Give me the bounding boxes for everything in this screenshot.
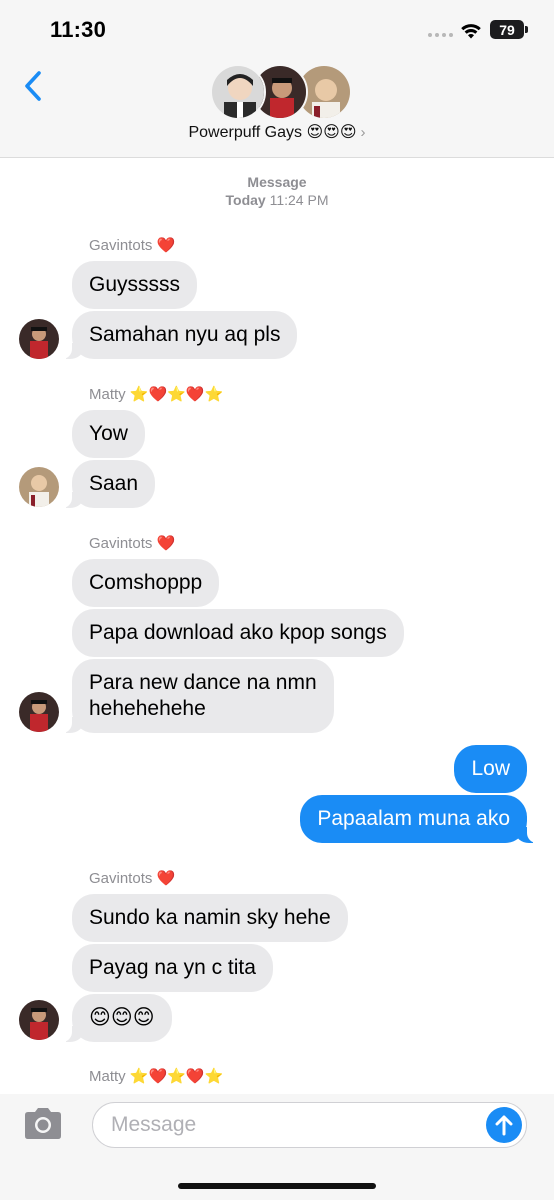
sender-name: Gavintots ❤️ <box>89 870 176 887</box>
composer-bar <box>0 1094 554 1200</box>
sender-name: Gavintots ❤️ <box>89 535 176 552</box>
group-name[interactable]: Powerpuff Gays 😍😍😍 › <box>0 122 554 142</box>
message-bubble[interactable]: Comshoppp <box>72 559 220 607</box>
message-bubble[interactable]: Saan <box>59 460 156 508</box>
camera-icon <box>25 1108 61 1139</box>
group-avatars[interactable] <box>210 64 352 120</box>
status-bar: 11:30 79 <box>0 0 554 58</box>
sender-avatar[interactable] <box>19 467 59 507</box>
sender-name: Matty ⭐️❤️⭐️❤️⭐️ <box>89 386 224 403</box>
home-indicator <box>178 1183 376 1189</box>
arrow-up-icon <box>495 1115 513 1136</box>
message-timestamp: Message Today 11:24 PM <box>0 173 554 209</box>
message-line: hehehehehe <box>89 697 206 720</box>
cellular-signal-icon <box>428 33 453 37</box>
back-button[interactable] <box>18 68 48 104</box>
sender-name: Matty ⭐️❤️⭐️❤️⭐️ <box>89 1068 224 1085</box>
outgoing-message-bubble[interactable]: Papaalam muna ako <box>300 795 539 843</box>
message-bubble[interactable]: Papa download ako kpop songs <box>72 609 404 657</box>
message-line: Para new dance na nmn <box>89 671 317 694</box>
message-input[interactable] <box>92 1102 527 1148</box>
timestamp-day: Today <box>225 192 266 208</box>
sender-avatar[interactable] <box>19 1000 59 1040</box>
chevron-right-icon: › <box>360 124 366 141</box>
group-name-label: Powerpuff Gays 😍😍😍 <box>188 124 357 141</box>
outgoing-message-bubble[interactable]: Low <box>454 745 527 793</box>
timestamp-time: 11:24 PM <box>269 192 329 208</box>
message-bubble[interactable]: Guysssss <box>72 261 198 309</box>
message-bubble[interactable]: 😊😊😊 <box>60 994 172 1042</box>
wifi-icon <box>461 24 481 39</box>
timestamp-service: Message <box>247 174 307 190</box>
chevron-left-icon <box>25 71 41 101</box>
sender-avatar[interactable] <box>19 692 59 732</box>
conversation-header: Powerpuff Gays 😍😍😍 › <box>0 58 554 158</box>
status-time: 11:30 <box>50 17 107 42</box>
battery-indicator: 79 <box>490 20 528 39</box>
camera-button[interactable] <box>21 1106 65 1142</box>
message-bubble[interactable]: Payag na yn c tita <box>72 944 273 992</box>
message-bubble[interactable]: Para new dance na nmn hehehehehe <box>60 659 334 733</box>
message-bubble[interactable]: Sundo ka namin sky hehe <box>72 894 348 942</box>
group-avatar-1 <box>210 64 266 120</box>
sender-name: Gavintots ❤️ <box>89 237 176 254</box>
send-button[interactable] <box>486 1107 522 1143</box>
sender-avatar[interactable] <box>19 319 59 359</box>
message-bubble[interactable]: Yow <box>72 410 145 458</box>
message-bubble[interactable]: Samahan nyu aq pls <box>59 311 298 359</box>
